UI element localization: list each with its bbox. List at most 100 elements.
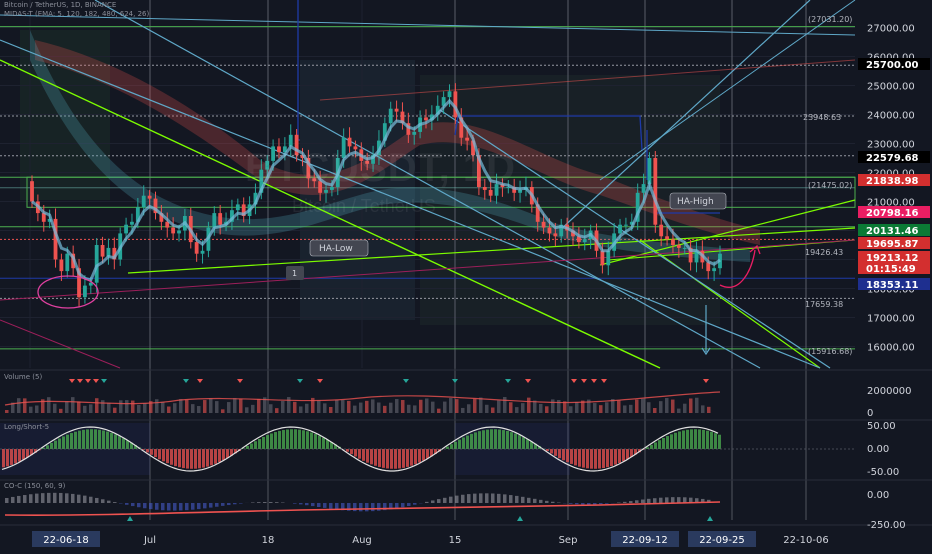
ls-bar (226, 449, 229, 458)
x-axis-label: Aug (352, 535, 372, 546)
ls-bar (518, 435, 521, 449)
coc-bar (113, 502, 117, 503)
volume-bar (413, 405, 417, 413)
ls-bar (2, 449, 5, 467)
ls-bar (690, 429, 693, 449)
coc-bar (497, 494, 501, 503)
coc-bar (329, 503, 333, 509)
x-axis-label: 22-10-06 (783, 535, 828, 546)
coc-bar (437, 499, 441, 503)
coc-bar (215, 503, 219, 507)
price-label: 19695.87 (866, 239, 919, 250)
volume-bar (521, 403, 525, 413)
coc-bar (545, 501, 549, 503)
inline-price-label: 23948.63 (803, 113, 841, 122)
volume-bar (593, 403, 597, 413)
volume-bar (239, 399, 243, 413)
ls-bar (274, 432, 277, 449)
candle-body (600, 251, 604, 265)
candle-body (124, 225, 128, 234)
volume-bar (275, 408, 279, 413)
candle-body (665, 236, 669, 239)
volume-bar (389, 403, 393, 413)
ls-bar (450, 444, 453, 449)
candle-body (465, 138, 469, 141)
volume-bar (101, 400, 105, 413)
volume-bar (527, 398, 531, 413)
ls-bar (610, 449, 613, 466)
ls-bar (410, 449, 413, 466)
coc-bar (167, 503, 171, 511)
ls-bar (190, 449, 193, 469)
volume-bar (29, 407, 33, 413)
coc-bar (89, 497, 93, 503)
volume-bar (629, 405, 633, 413)
ls-bar (46, 445, 49, 449)
chart-svg[interactable]: HA-LowHA-High123948.6319426.4317659.38(2… (0, 0, 932, 550)
coc-bar (401, 503, 405, 507)
volume-bar (335, 400, 339, 413)
volume-bar (551, 399, 555, 413)
ls-bar (514, 434, 517, 449)
price-label: 20798.16 (866, 208, 919, 219)
ls-bar (114, 434, 117, 449)
candle-body (548, 228, 552, 234)
ls-bar (146, 449, 149, 452)
ls-bar (362, 449, 365, 461)
ls-bar (106, 432, 109, 449)
coc-bar (587, 503, 591, 505)
ls-bar (90, 429, 93, 449)
coc-bar (509, 495, 513, 503)
coc-bar (179, 503, 183, 510)
ls-bar (322, 438, 325, 449)
coc-bar (101, 499, 105, 503)
ls-bar (714, 433, 717, 449)
ls-bar (554, 449, 557, 456)
volume-bar (455, 399, 459, 413)
ls-bar (602, 449, 605, 468)
ls-bar (158, 449, 161, 459)
candle-body (583, 239, 587, 242)
volume-bar (287, 397, 291, 413)
coc-bar (599, 503, 603, 504)
candle-body (412, 132, 416, 135)
coc-bar (371, 503, 375, 511)
volume-bar (35, 405, 39, 413)
volume-bar (299, 406, 303, 413)
ls-bar (590, 449, 593, 469)
candle-body (289, 135, 293, 147)
ls-bar (178, 449, 181, 467)
longshort-axis-tick: -50.00 (867, 467, 899, 478)
ls-bar (346, 449, 349, 452)
price-label: 18353.11 (866, 280, 919, 291)
ls-bar (698, 429, 701, 449)
coc-bar (305, 503, 309, 505)
ls-bar (66, 435, 69, 449)
coc-bar (593, 503, 597, 504)
volume-bar (143, 403, 147, 413)
ls-bar (302, 430, 305, 449)
volume-bar (203, 400, 207, 413)
ls-bar (366, 449, 369, 463)
price-axis-tick: 17000.00 (867, 314, 915, 325)
volume-bar (665, 398, 669, 413)
volume-bar (305, 404, 309, 413)
ls-bar (626, 449, 629, 459)
ls-bar (58, 438, 61, 449)
candle-body (30, 181, 34, 201)
price-label: 01:15:49 (866, 264, 916, 275)
ls-bar (358, 449, 361, 459)
ls-bar (446, 447, 449, 449)
ls-bar (186, 449, 189, 469)
candle-body (642, 184, 646, 193)
coc-bar (473, 494, 477, 503)
coc-bar (29, 494, 33, 503)
volume-bar (383, 406, 387, 413)
coc-bar (677, 497, 681, 503)
volume-bar (317, 400, 321, 413)
volume-bar (5, 410, 9, 413)
ls-bar (314, 434, 317, 449)
volume-bar (449, 398, 453, 413)
volume-bar (71, 397, 75, 413)
longshort-axis-tick: 50.00 (867, 421, 896, 432)
